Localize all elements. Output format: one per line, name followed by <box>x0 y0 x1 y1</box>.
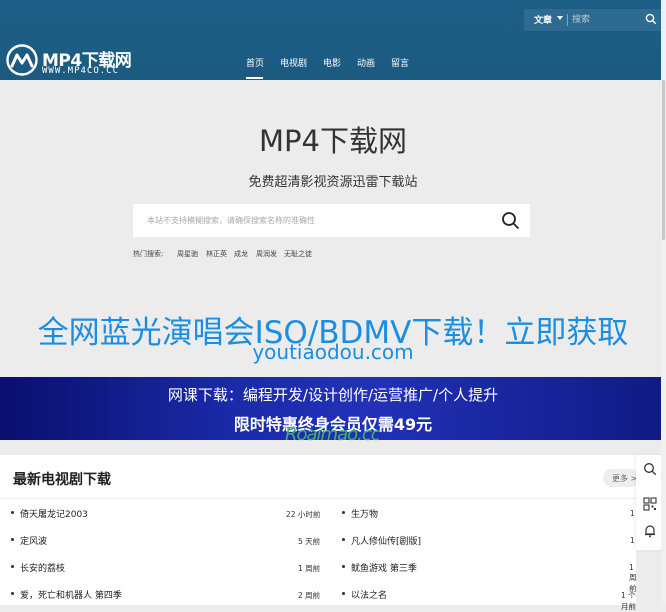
divider <box>0 498 636 499</box>
more-button[interactable]: 更多 > <box>603 469 639 487</box>
watermark-logo: Roaimao.cc <box>285 424 381 445</box>
list-item[interactable]: 凡人修仙传[剧版] <box>341 534 421 547</box>
top-search-bar: 文章 <box>524 9 662 31</box>
list-item[interactable]: 倚天屠龙记2003 <box>11 507 88 520</box>
site-domain: WWW.MP4CO.CC <box>42 66 120 76</box>
item-time: 1 <box>630 536 635 545</box>
list-item[interactable]: 爱，死亡和机器人 第四季 <box>11 588 122 601</box>
search-icon[interactable] <box>645 13 657 25</box>
section-title: 最新电视剧下载 <box>13 472 111 488</box>
divider <box>567 14 568 26</box>
hero-title: MP4下载网 <box>259 124 407 158</box>
hero-subtitle: 免费超清影视资源迅雷下载站 <box>248 175 418 190</box>
item-time: 1 周前 <box>298 564 321 573</box>
banner-line-1: 网课下载：编程开发/设计创作/运营推广/个人提升 <box>167 386 499 404</box>
list-item[interactable]: 定风波 <box>10 534 47 547</box>
hot-search-term[interactable]: 林正英 <box>206 249 227 259</box>
hero-search-input[interactable] <box>145 212 485 229</box>
bell-icon[interactable] <box>643 524 657 538</box>
nav-anime[interactable]: 动画 <box>357 56 375 69</box>
active-nav-indicator <box>246 77 263 79</box>
list-item[interactable]: 鱿鱼游戏 第三季 <box>342 561 417 574</box>
item-time: 5 天前 <box>298 537 321 546</box>
item-time: 2 周前 <box>298 591 321 600</box>
nav-movie[interactable]: 电影 <box>323 56 341 69</box>
hot-search-term[interactable]: 周星驰 <box>177 249 198 259</box>
hot-search-term[interactable]: 成龙 <box>234 249 248 259</box>
item-time: 1 <box>630 509 635 518</box>
search-icon[interactable] <box>501 211 520 230</box>
hot-search-term[interactable]: 无耻之徒 <box>284 249 312 259</box>
list-item[interactable]: 长安的荔枝 <box>10 561 65 574</box>
logo-icon[interactable] <box>6 44 38 76</box>
nav-tv[interactable]: 电视剧 <box>280 56 307 69</box>
hero-search-box <box>133 204 530 237</box>
search-category-select[interactable]: 文章 <box>534 13 552 26</box>
list-item[interactable]: 以法之名 <box>341 588 387 601</box>
scrollbar[interactable] <box>661 0 666 605</box>
scrollbar-thumb[interactable] <box>662 80 665 240</box>
top-search-input[interactable] <box>570 11 640 29</box>
item-time: 22 小时前 <box>286 510 321 519</box>
site-header: 文章 MP4下载网 WWW.MP4CO.CC 首页 电视剧 电影 动画 留言 <box>0 0 666 80</box>
item-time: 1 个月前 <box>621 591 636 611</box>
hot-search-label: 热门搜索: <box>133 250 164 258</box>
qrcode-icon[interactable] <box>643 497 657 511</box>
promo-concert-url[interactable]: youtiaodou.com <box>0 340 666 364</box>
hot-search-term[interactable]: 周润发 <box>256 249 277 259</box>
nav-guestbook[interactable]: 留言 <box>391 56 409 69</box>
tv-section: 最新电视剧下载 更多 > 倚天屠龙记2003 22 小时前 定风波 5 天前 长… <box>0 455 639 611</box>
nav-home[interactable]: 首页 <box>246 56 264 69</box>
list-item[interactable]: 生万物 <box>341 507 378 520</box>
chevron-down-icon[interactable] <box>557 16 563 20</box>
search-icon[interactable] <box>643 462 657 476</box>
